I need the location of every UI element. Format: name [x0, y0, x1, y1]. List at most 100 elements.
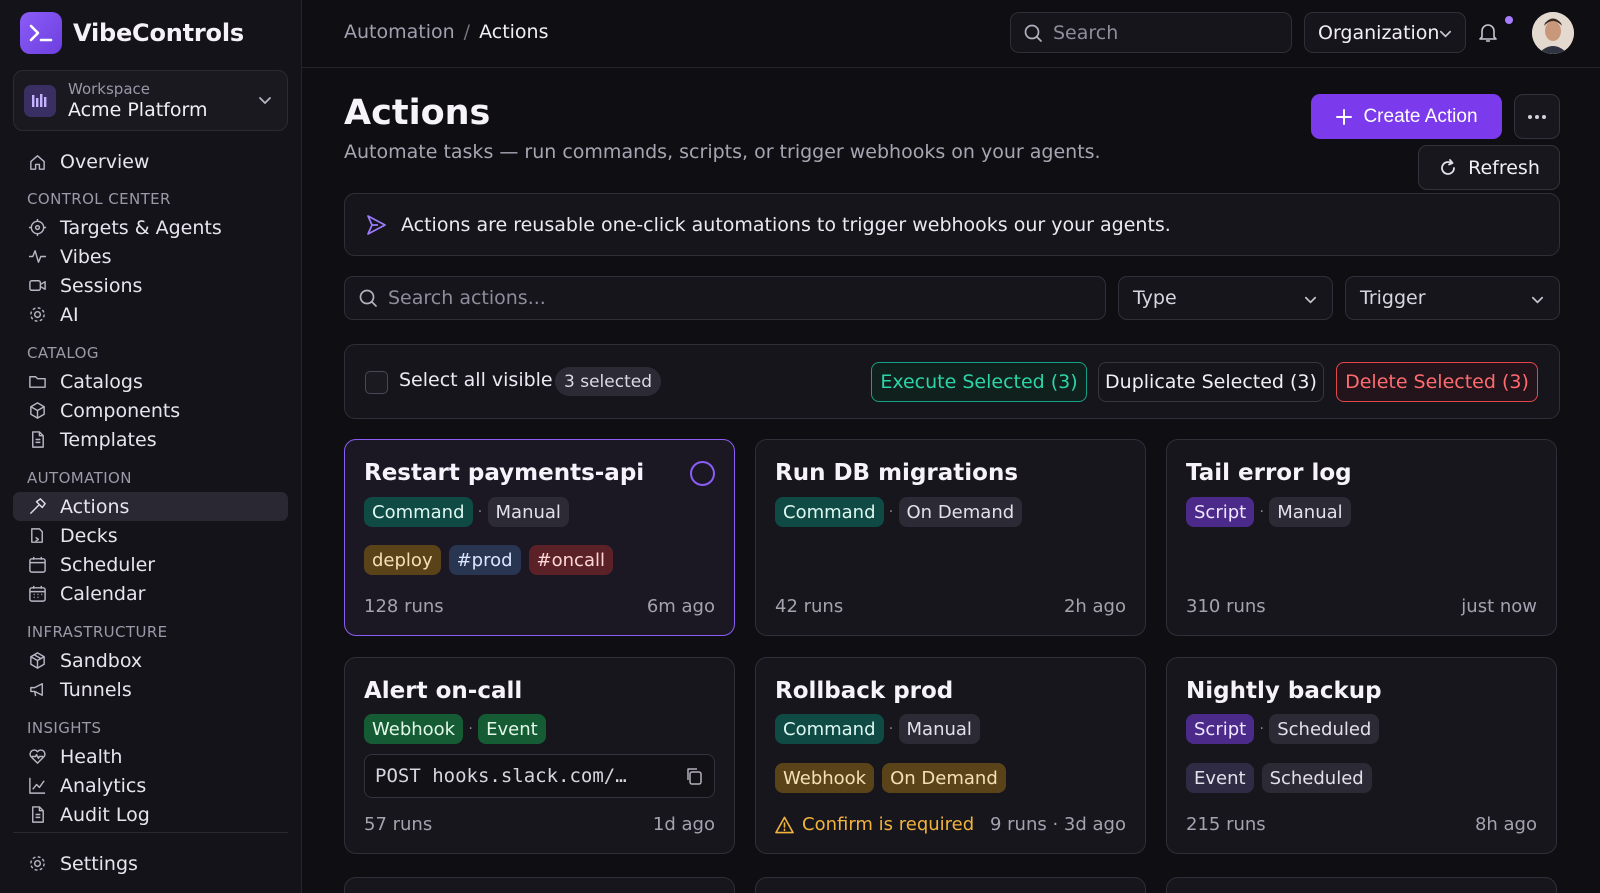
- action-card-partial[interactable]: [1166, 877, 1557, 893]
- workspace-switcher[interactable]: Workspace Acme Platform: [13, 70, 288, 131]
- create-action-button[interactable]: Create Action: [1311, 94, 1502, 139]
- label-tag: On Demand: [882, 763, 1006, 793]
- send-icon: [365, 214, 387, 236]
- separator-dot: ·: [468, 721, 473, 737]
- sidebar-item-label: Sessions: [60, 274, 143, 297]
- sidebar-item-scheduler[interactable]: Scheduler: [13, 550, 288, 579]
- global-search-input[interactable]: [1053, 21, 1273, 44]
- chart-line-icon: [27, 776, 47, 796]
- actions-search[interactable]: [344, 276, 1106, 320]
- sidebar-item-targets-agents[interactable]: Targets & Agents: [13, 213, 288, 242]
- sidebar-item-label: Health: [60, 745, 123, 768]
- action-card[interactable]: Restart payments-api Command · Manual de…: [344, 439, 735, 636]
- sidebar-item-sandbox[interactable]: Sandbox: [13, 646, 288, 675]
- action-card-partial[interactable]: [344, 877, 735, 893]
- action-title: Tail error log: [1186, 460, 1352, 486]
- type-filter-label: Type: [1133, 287, 1177, 309]
- sidebar-item-label: Audit Log: [60, 803, 150, 826]
- sidebar-item-actions[interactable]: Actions: [13, 492, 288, 521]
- sidebar-item-templates[interactable]: Templates: [13, 425, 288, 454]
- duplicate-selected-button[interactable]: Duplicate Selected (3): [1098, 362, 1324, 402]
- nav-section-catalog: CATALOG: [27, 344, 99, 362]
- action-label-tags: deploy #prod #oncall: [364, 545, 613, 575]
- separator-dot: ·: [1259, 504, 1264, 520]
- more-horizontal-icon: [1527, 114, 1547, 120]
- sidebar-divider: [13, 832, 288, 833]
- sidebar-item-tunnels[interactable]: Tunnels: [13, 675, 288, 704]
- more-options-button[interactable]: [1514, 94, 1560, 139]
- execute-selected-button[interactable]: Execute Selected (3): [871, 362, 1087, 402]
- crosshair-icon: [27, 218, 47, 238]
- sidebar: VibeControls Workspace Acme Platform Ove…: [0, 0, 302, 893]
- action-card[interactable]: Tail error log Script · Manual 310 runs …: [1166, 439, 1557, 636]
- terminal-logo-icon: [20, 12, 62, 54]
- global-search[interactable]: [1010, 12, 1292, 53]
- action-card[interactable]: Rollback prod Command · Manual Webhook O…: [755, 657, 1146, 854]
- brand[interactable]: VibeControls: [20, 12, 244, 54]
- label-tag: deploy: [364, 545, 441, 575]
- sidebar-nav: Overview CONTROL CENTER Targets & Agents…: [13, 146, 288, 829]
- action-label-tags: Event Scheduled: [1186, 763, 1372, 793]
- workspace-bars-icon: [24, 84, 56, 117]
- label-tag: #prod: [448, 545, 521, 575]
- action-card[interactable]: Nightly backup Script · Scheduled Event …: [1166, 657, 1557, 854]
- folder-icon: [27, 372, 47, 392]
- nav-section-infrastructure: INFRASTRUCTURE: [27, 623, 168, 641]
- type-tag: Script: [1186, 714, 1255, 744]
- trigger-tag: Manual: [898, 714, 980, 744]
- sidebar-item-label: Analytics: [60, 774, 147, 797]
- label-tag: Scheduled: [1261, 763, 1372, 793]
- run-count: 57 runs: [364, 814, 433, 835]
- trigger-tag: On Demand: [898, 497, 1023, 527]
- type-filter-select[interactable]: Type: [1118, 276, 1333, 320]
- sidebar-item-settings[interactable]: Settings: [13, 849, 288, 878]
- trigger-filter-select[interactable]: Trigger: [1345, 276, 1560, 320]
- action-card-partial[interactable]: [755, 877, 1146, 893]
- webhook-url-field[interactable]: POST hooks.slack.com/…: [364, 754, 715, 798]
- trigger-filter-label: Trigger: [1360, 287, 1426, 309]
- organization-dropdown[interactable]: Organization: [1304, 12, 1466, 53]
- sidebar-item-components[interactable]: Components: [13, 396, 288, 425]
- sidebar-item-calendar[interactable]: Calendar: [13, 579, 288, 608]
- box-icon: [27, 401, 47, 421]
- avatar[interactable]: [1532, 12, 1574, 54]
- page-subtitle: Automate tasks — run commands, scripts, …: [344, 141, 1101, 163]
- bell-icon[interactable]: [1476, 20, 1500, 44]
- video-icon: [27, 276, 47, 296]
- sidebar-item-decks[interactable]: Decks: [13, 521, 288, 550]
- sidebar-item-sessions[interactable]: Sessions: [13, 271, 288, 300]
- sidebar-item-label: Decks: [60, 524, 118, 547]
- info-banner-text: Actions are reusable one-click automatio…: [401, 213, 1171, 236]
- bulk-actions-bar: Select all visible 3 selected Execute Se…: [344, 344, 1560, 419]
- action-card[interactable]: Run DB migrations Command · On Demand 42…: [755, 439, 1146, 636]
- sidebar-item-label: Vibes: [60, 245, 112, 268]
- sidebar-item-health[interactable]: Health: [13, 742, 288, 771]
- sidebar-item-vibes[interactable]: Vibes: [13, 242, 288, 271]
- action-card[interactable]: Alert on-call Webhook · Event POST hooks…: [344, 657, 735, 854]
- breadcrumb-parent[interactable]: Automation: [344, 21, 455, 43]
- sidebar-item-ai[interactable]: AI: [13, 300, 288, 329]
- separator-dot: ·: [477, 504, 483, 520]
- sidebar-item-overview[interactable]: Overview: [13, 146, 288, 178]
- heart-pulse-icon: [27, 747, 47, 767]
- nav-section-insights: INSIGHTS: [27, 719, 102, 737]
- actions-search-input[interactable]: [388, 287, 1038, 309]
- refresh-button[interactable]: Refresh: [1418, 145, 1560, 190]
- selected-count-badge: 3 selected: [555, 367, 661, 396]
- sidebar-item-analytics[interactable]: Analytics: [13, 771, 288, 800]
- last-run-time: just now: [1461, 596, 1537, 617]
- trigger-tag: Manual: [1269, 497, 1351, 527]
- sidebar-item-audit-log[interactable]: Audit Log: [13, 800, 288, 829]
- card-select-radio[interactable]: [690, 461, 715, 486]
- copy-icon[interactable]: [684, 766, 704, 786]
- file-icon: [27, 430, 47, 450]
- app-name: VibeControls: [73, 19, 244, 47]
- select-all-checkbox[interactable]: [365, 371, 388, 394]
- delete-selected-button[interactable]: Delete Selected (3): [1336, 362, 1538, 402]
- type-tag: Webhook: [364, 714, 464, 744]
- sidebar-item-label: Targets & Agents: [60, 216, 222, 239]
- sidebar-item-catalogs[interactable]: Catalogs: [13, 367, 288, 396]
- separator-dot: ·: [888, 504, 894, 520]
- select-all-label[interactable]: Select all visible: [399, 369, 553, 391]
- run-count: 310 runs: [1186, 596, 1266, 617]
